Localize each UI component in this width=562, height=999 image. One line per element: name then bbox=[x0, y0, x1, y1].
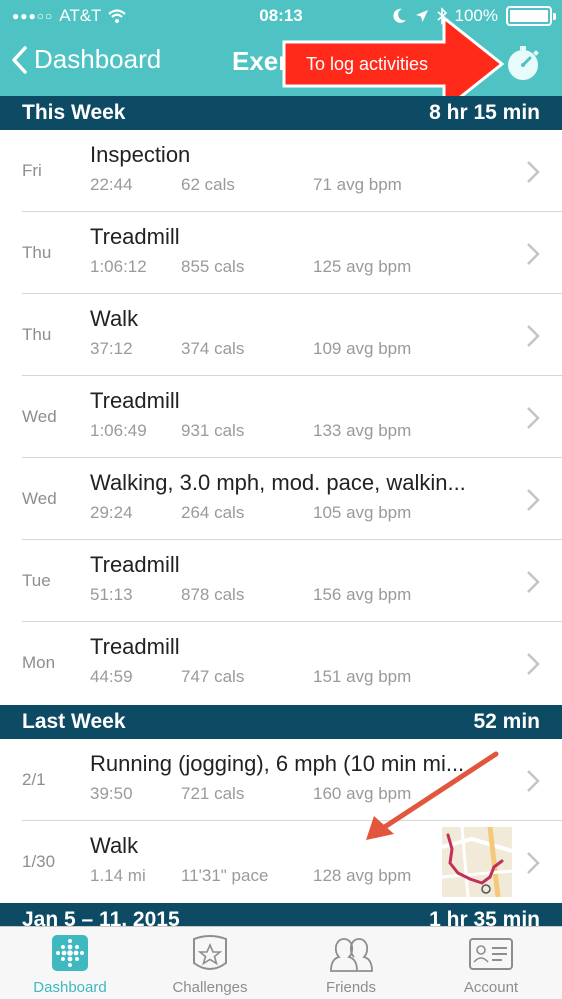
activity-calories: 855 cals bbox=[181, 257, 245, 276]
activity-row[interactable]: Thu Walk 37:12 374 cals 109 avg bpm bbox=[0, 294, 562, 376]
activity-row[interactable]: Mon Treadmill 44:59 747 cals 151 avg bpm bbox=[0, 622, 562, 704]
activity-heart-rate: 151 avg bpm bbox=[313, 667, 412, 686]
activity-heart-rate: 71 avg bpm bbox=[313, 175, 402, 194]
chevron-right-icon bbox=[527, 489, 540, 511]
section-label: This Week bbox=[22, 101, 126, 124]
activity-row[interactable]: Fri Inspection 22:44 62 cals 71 avg bpm bbox=[0, 130, 562, 212]
activity-duration: 1:06:49 bbox=[90, 421, 147, 440]
activity-day: Tue bbox=[22, 571, 51, 590]
activity-calories: 931 cals bbox=[181, 421, 245, 440]
activity-day: Mon bbox=[22, 653, 56, 672]
page-title: Exer bbox=[232, 46, 289, 76]
section-label: Last Week bbox=[22, 710, 126, 733]
activity-heart-rate: 125 avg bpm bbox=[313, 257, 412, 276]
chevron-right-icon bbox=[527, 653, 540, 675]
battery-icon bbox=[506, 6, 556, 26]
callout-text: To log activities bbox=[306, 54, 429, 74]
chevron-right-icon bbox=[527, 243, 540, 265]
back-label: Dashboard bbox=[34, 44, 162, 74]
activity-duration: 29:24 bbox=[90, 503, 133, 522]
section-header-this-week: This Week 8 hr 15 min bbox=[0, 96, 562, 130]
activity-name: Treadmill bbox=[90, 388, 180, 413]
tab-label: Challenges bbox=[172, 979, 248, 996]
section-header-last-week: Last Week 52 min bbox=[0, 705, 562, 739]
tab-account[interactable]: Account bbox=[421, 927, 561, 999]
activity-day: Fri bbox=[22, 161, 42, 180]
activity-row[interactable]: Thu Treadmill 1:06:12 855 cals 125 avg b… bbox=[0, 212, 562, 294]
activity-duration: 51:13 bbox=[90, 585, 133, 604]
chevron-right-icon bbox=[527, 770, 540, 792]
activity-name: Treadmill bbox=[90, 552, 180, 577]
activity-day: 1/30 bbox=[22, 852, 56, 871]
activity-duration: 37:12 bbox=[90, 339, 133, 358]
chevron-right-icon bbox=[527, 852, 540, 874]
tab-dashboard[interactable]: Dashboard bbox=[0, 927, 140, 999]
activity-calories: 878 cals bbox=[181, 585, 245, 604]
activity-calories: 721 cals bbox=[181, 784, 245, 803]
stopwatch-icon[interactable] bbox=[504, 44, 542, 82]
tab-challenges[interactable]: Challenges bbox=[140, 927, 280, 999]
activity-duration: 39:50 bbox=[90, 784, 133, 803]
activity-heart-rate: 133 avg bpm bbox=[313, 421, 412, 440]
activity-day: Wed bbox=[22, 407, 57, 426]
activity-distance: 1.14 mi bbox=[90, 866, 146, 885]
activity-day: 2/1 bbox=[22, 770, 46, 789]
chevron-right-icon bbox=[527, 407, 540, 429]
activity-name: Treadmill bbox=[90, 634, 180, 659]
chevron-left-icon bbox=[12, 45, 27, 74]
dots-grid-icon bbox=[52, 935, 88, 971]
section-total: 52 min bbox=[473, 710, 540, 733]
activity-heart-rate: 128 avg bpm bbox=[313, 866, 412, 885]
chevron-right-icon bbox=[527, 161, 540, 183]
tab-bar: Dashboard Challenges Friends Account bbox=[0, 926, 562, 999]
annotation-arrow bbox=[366, 751, 499, 840]
back-button[interactable]: Dashboard bbox=[10, 44, 161, 75]
activity-duration: 44:59 bbox=[90, 667, 133, 686]
activity-calories: 62 cals bbox=[181, 175, 235, 194]
activity-row[interactable]: Wed Treadmill 1:06:49 931 cals 133 avg b… bbox=[0, 376, 562, 458]
activity-duration: 1:06:12 bbox=[90, 257, 147, 276]
chevron-right-icon bbox=[527, 325, 540, 347]
activity-day: Thu bbox=[22, 325, 52, 344]
activity-duration: 22:44 bbox=[90, 175, 133, 194]
activity-heart-rate: 156 avg bpm bbox=[313, 585, 412, 604]
activity-heart-rate: 109 avg bpm bbox=[313, 339, 412, 358]
tab-label: Friends bbox=[325, 979, 377, 996]
tab-label: Account bbox=[463, 979, 519, 996]
tab-label: Dashboard bbox=[33, 979, 107, 996]
section-total: 8 hr 15 min bbox=[429, 101, 540, 124]
activity-day: Wed bbox=[22, 489, 57, 508]
activity-name: Treadmill bbox=[90, 224, 180, 249]
activity-name: Walking, 3.0 mph, mod. pace, walkin... bbox=[90, 470, 466, 495]
chevron-right-icon bbox=[527, 571, 540, 593]
activity-name: Walk bbox=[90, 306, 139, 331]
tab-friends[interactable]: Friends bbox=[281, 927, 421, 999]
friends-icon bbox=[330, 938, 373, 972]
activity-row[interactable]: Tue Treadmill 51:13 878 cals 156 avg bpm bbox=[0, 540, 562, 622]
activity-calories: 264 cals bbox=[181, 503, 245, 522]
activity-pace: 11'31" pace bbox=[181, 866, 269, 885]
id-card-icon bbox=[469, 938, 513, 970]
activity-day: Thu bbox=[22, 243, 52, 262]
activity-name: Inspection bbox=[90, 142, 191, 167]
activity-calories: 747 cals bbox=[181, 667, 245, 686]
activity-row[interactable]: Wed Walking, 3.0 mph, mod. pace, walkin.… bbox=[0, 458, 562, 540]
star-badge-icon bbox=[193, 935, 227, 970]
activity-heart-rate: 105 avg bpm bbox=[313, 503, 412, 522]
activity-calories: 374 cals bbox=[181, 339, 245, 358]
